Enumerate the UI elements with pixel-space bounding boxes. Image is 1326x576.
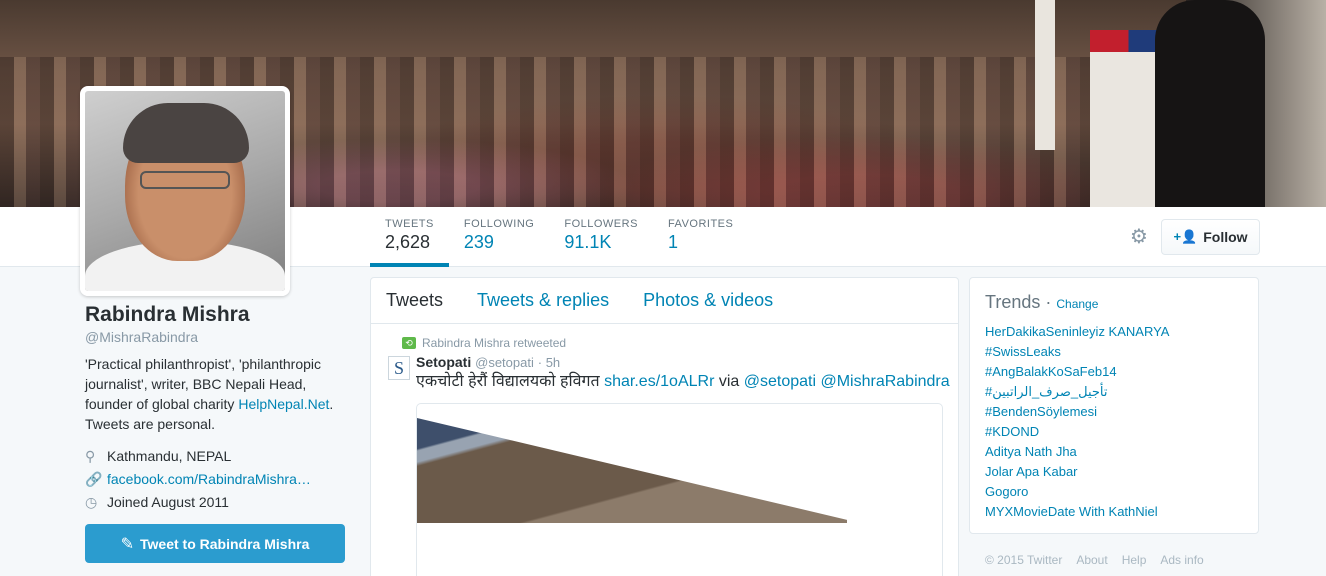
gear-icon[interactable]: ⚙	[1128, 226, 1150, 248]
tweet-media-image[interactable]	[416, 403, 943, 576]
footer-copyright: © 2015 Twitter	[985, 553, 1063, 567]
joined-text: Joined August 2011	[107, 494, 229, 510]
tweet-body: एकचोटी हेरौं विद्यालयको हविगत	[416, 373, 605, 390]
follow-button[interactable]: +👤 Follow	[1161, 219, 1260, 255]
location-pin-icon: ⚲	[85, 448, 96, 464]
stat-label: TWEETS	[385, 218, 434, 230]
trend-item[interactable]: Aditya Nath Jha	[985, 442, 1243, 462]
trend-item[interactable]: Gogoro	[985, 482, 1243, 502]
timeline-tabs: Tweets Tweets & replies Photos & videos	[371, 278, 958, 324]
stat-value: 239	[463, 232, 494, 252]
tweet-author-avatar[interactable]: S	[388, 356, 410, 380]
stat-tweets[interactable]: TWEETS 2,628	[370, 207, 449, 267]
profile-website: 🔗 facebook.com/RabindraMishra…	[85, 469, 350, 489]
add-user-icon: +👤	[1173, 229, 1198, 244]
trends-heading: Trends	[985, 292, 1041, 312]
footer-links: © 2015 Twitter About Help Ads info	[985, 553, 1204, 567]
banner-pillar	[1035, 0, 1055, 150]
tweet-link[interactable]: shar.es/1oALRr	[604, 373, 714, 390]
trend-item[interactable]: Jolar Apa Kabar	[985, 462, 1243, 482]
trend-item[interactable]: #KDOND	[985, 422, 1243, 442]
timeline: Tweets Tweets & replies Photos & videos …	[370, 277, 959, 576]
banner-speaker	[1155, 0, 1265, 207]
avatar-glasses	[140, 171, 230, 189]
profile-location: ⚲ Kathmandu, NEPAL	[85, 446, 350, 466]
bio-link[interactable]: HelpNepal.Net	[238, 396, 329, 412]
avatar[interactable]	[80, 86, 290, 296]
trend-item[interactable]: #SwissLeaks	[985, 342, 1243, 362]
media-roof-picture	[417, 418, 847, 523]
footer-about-link[interactable]: About	[1076, 553, 1107, 567]
profile-bio: 'Practical philanthropist', 'philanthrop…	[85, 354, 350, 434]
stat-value: 1	[667, 232, 678, 252]
stat-label: FAVORITES	[667, 218, 734, 230]
tweet-via: via	[714, 373, 744, 390]
stat-value: 91.1K	[564, 232, 612, 252]
stat-value: 2,628	[385, 232, 431, 252]
profile-card: Rabindra Mishra @MishraRabindra 'Practic…	[85, 302, 350, 563]
tweet-header: Setopati @setopati · 5h	[416, 354, 943, 370]
profile-handle[interactable]: @MishraRabindra	[85, 329, 350, 345]
trends-change-link[interactable]: Change	[1056, 297, 1098, 311]
avatar-hair	[123, 103, 249, 163]
stat-favorites[interactable]: FAVORITES 1	[653, 207, 748, 267]
tweet-mention[interactable]: @MishraRabindra	[820, 373, 949, 390]
website-link[interactable]: facebook.com/RabindraMishra…	[107, 469, 311, 489]
tweet-to-label: Tweet to Rabindra Mishra	[140, 535, 310, 552]
trend-item[interactable]: #AngBalakKoSaFeb14	[985, 362, 1243, 382]
stat-label: FOLLOWING	[463, 218, 535, 230]
tweet-timestamp[interactable]: · 5h	[538, 355, 560, 370]
profile-meta: ⚲ Kathmandu, NEPAL 🔗 facebook.com/Rabind…	[85, 446, 350, 512]
stat-following[interactable]: FOLLOWING 239	[449, 207, 550, 267]
link-icon: 🔗	[85, 471, 103, 487]
footer-ads-link[interactable]: Ads info	[1160, 553, 1203, 567]
footer-help-link[interactable]: Help	[1122, 553, 1147, 567]
tweet-mention[interactable]: @setopati	[744, 373, 816, 390]
retweet-context: ⟲ Rabindra Mishra retweeted	[372, 336, 943, 350]
trend-item[interactable]: MYXMovieDate With KathNiel	[985, 502, 1243, 522]
tab-photos-videos[interactable]: Photos & videos	[643, 290, 773, 311]
trends-title: Trends · Change	[985, 292, 1099, 312]
trends-list: HerDakikaSeninleyiz KANARYA #SwissLeaks …	[985, 322, 1243, 522]
retweet-note[interactable]: Rabindra Mishra retweeted	[422, 336, 566, 350]
profile-name[interactable]: Rabindra Mishra	[85, 302, 350, 328]
tab-tweets-replies[interactable]: Tweets & replies	[477, 290, 609, 311]
compose-quill-icon: ✎	[120, 535, 135, 553]
tweet-to-button[interactable]: ✎ Tweet to Rabindra Mishra	[85, 524, 345, 563]
retweet-icon: ⟲	[402, 337, 416, 349]
tweet-item[interactable]: ⟲ Rabindra Mishra retweeted S Setopati @…	[371, 324, 958, 576]
location-text: Kathmandu, NEPAL	[107, 448, 232, 464]
trends-module: Trends · Change HerDakikaSeninleyiz KANA…	[969, 277, 1259, 534]
tweet-text: एकचोटी हेरौं विद्यालयको हविगत shar.es/1o…	[416, 371, 950, 393]
trend-item[interactable]: #تأجيل_صرف_الراتبين	[985, 382, 1243, 402]
profile-joined: ◷ Joined August 2011	[85, 492, 350, 512]
follow-label: Follow	[1203, 229, 1248, 245]
trend-item[interactable]: HerDakikaSeninleyiz KANARYA	[985, 322, 1243, 342]
stat-followers[interactable]: FOLLOWERS 91.1K	[549, 207, 653, 267]
stat-label: FOLLOWERS	[564, 218, 638, 230]
tab-tweets[interactable]: Tweets	[386, 290, 443, 311]
profile-stats: TWEETS 2,628 FOLLOWING 239 FOLLOWERS 91.…	[370, 207, 748, 267]
trend-item[interactable]: #BendenSöylemesi	[985, 402, 1243, 422]
calendar-clock-icon: ◷	[85, 494, 98, 510]
tweet-author-handle[interactable]: @setopati	[475, 355, 534, 370]
tweet-author-name[interactable]: Setopati	[416, 354, 471, 370]
